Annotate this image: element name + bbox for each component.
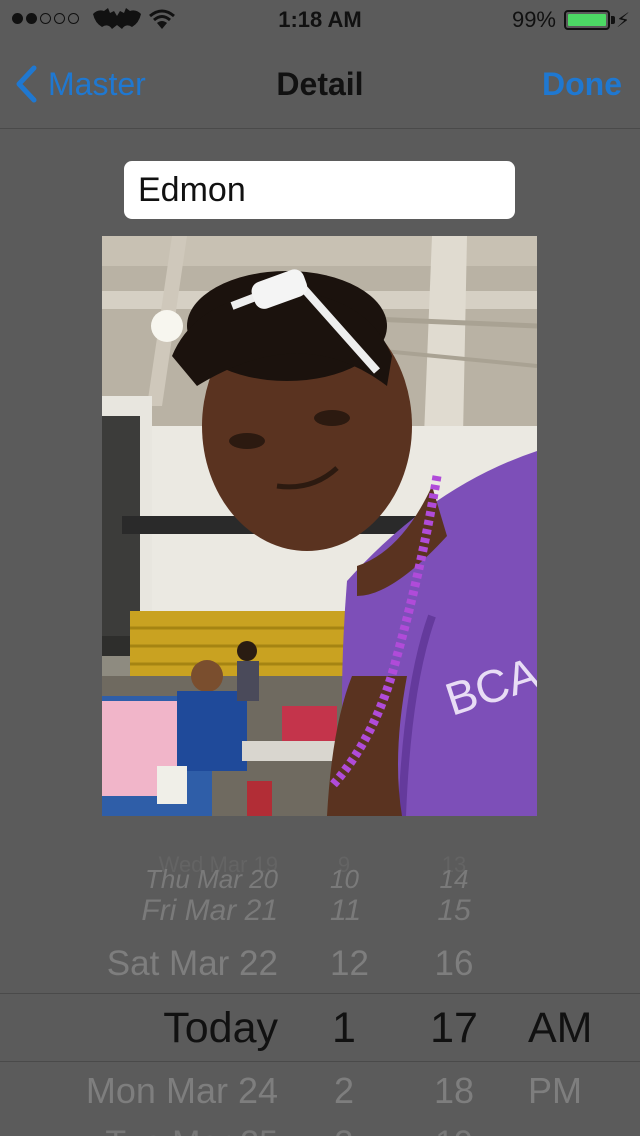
date-picker[interactable]: Wed Mar 19 9 13 Thu Mar 20 10 14 Fri Mar… <box>0 830 640 1136</box>
picker-date: Sat Mar 22 <box>106 944 278 983</box>
person-photo: BCA <box>102 236 537 816</box>
picker-selection-top-line <box>0 993 640 994</box>
picker-ampm: PM <box>528 1070 582 1111</box>
picker-minute: 14 <box>439 864 469 894</box>
battery-cap <box>611 16 615 24</box>
picker-ampm: AM <box>528 1004 593 1052</box>
picker-hour: 3 <box>330 1124 358 1136</box>
picker-hour: 11 <box>330 894 362 927</box>
picker-minute: 15 <box>437 894 471 927</box>
picker-hour: 1 <box>332 1004 356 1052</box>
charging-bolt-icon: ⚡︎ <box>615 10 630 32</box>
picker-date: Today <box>163 1004 278 1052</box>
status-bar: 1:18 AM 99% ⚡︎ <box>0 0 640 40</box>
picker-date: Tue Mar 25 <box>105 1124 278 1136</box>
picker-date: Fri Mar 21 <box>141 894 278 927</box>
done-button[interactable]: Done <box>542 66 622 103</box>
photo-illustration: BCA <box>102 236 537 816</box>
battery-fill <box>568 14 606 26</box>
picker-selection-bottom-line <box>0 1061 640 1062</box>
picker-minute: 18 <box>433 1070 475 1111</box>
picker-hour: 2 <box>333 1070 355 1111</box>
battery-icon <box>564 10 610 30</box>
picker-minute: 16 <box>434 944 474 983</box>
picker-date: Thu Mar 20 <box>145 864 278 894</box>
navigation-bar: Master Detail Done <box>0 40 640 129</box>
picker-hour: 10 <box>330 864 359 894</box>
picker-minute: 19 <box>426 1124 482 1136</box>
name-text-field[interactable]: Edmon <box>124 161 515 219</box>
battery-percent: 99% <box>511 7 556 32</box>
picker-hour: 12 <box>330 944 369 983</box>
picker-minute: 17 <box>430 1004 478 1052</box>
picker-date: Mon Mar 24 <box>85 1070 278 1111</box>
